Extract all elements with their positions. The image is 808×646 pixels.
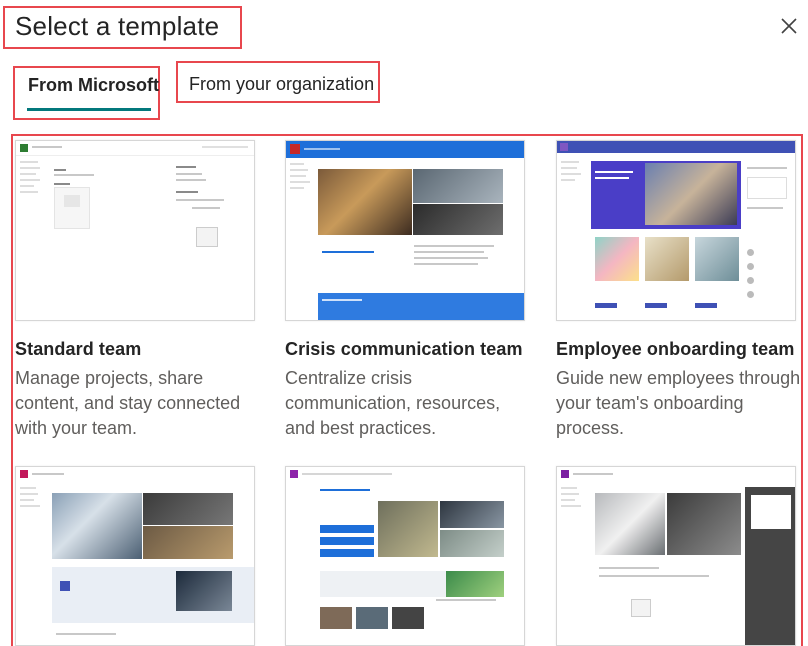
template-description: Centralize crisis communication, resourc…: [285, 368, 501, 438]
template-title: Employee onboarding team: [556, 339, 795, 359]
tab-from-organization[interactable]: From your organization: [189, 74, 374, 95]
template-description: Guide new employees through your team's …: [556, 368, 801, 438]
dialog-title: Select a template: [15, 11, 220, 41]
template-thumbnail: [556, 466, 796, 646]
template-title: Standard team: [15, 339, 142, 359]
close-icon: [781, 18, 797, 34]
template-thumbnail: [285, 140, 525, 321]
template-thumbnail: [15, 140, 255, 321]
template-thumbnail: [15, 466, 255, 646]
close-button[interactable]: [775, 12, 803, 40]
template-thumbnail: [556, 140, 796, 321]
template-description: Manage projects, share content, and stay…: [15, 368, 241, 438]
template-thumbnail: [285, 466, 525, 646]
template-title: Crisis communication team: [285, 339, 523, 359]
tab-selected-indicator: [27, 108, 151, 111]
tab-from-microsoft[interactable]: From Microsoft: [28, 75, 159, 96]
